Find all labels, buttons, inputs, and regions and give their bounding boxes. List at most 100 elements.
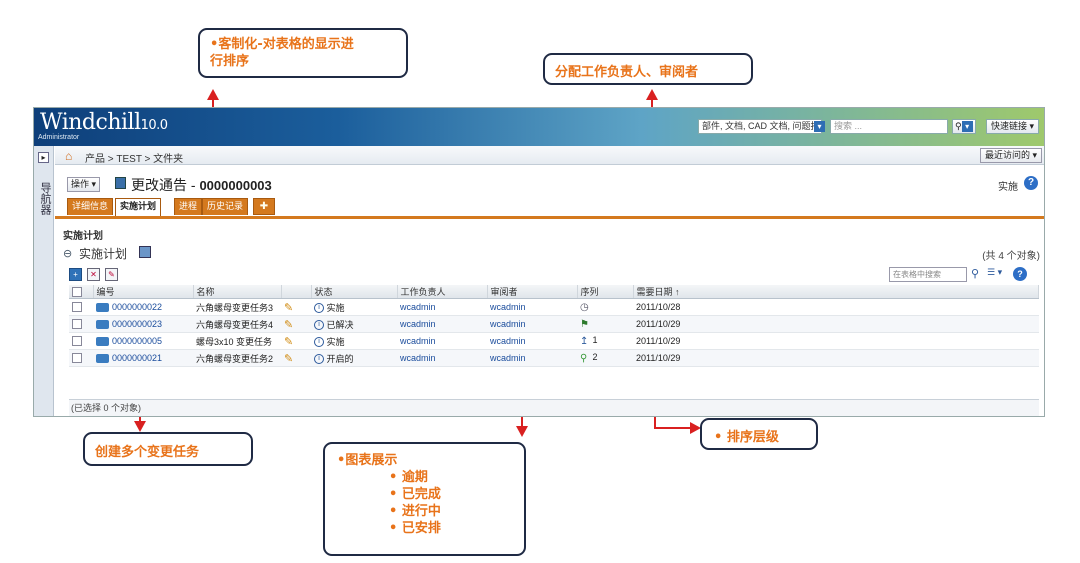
search-icon[interactable]: ⚲ [971, 267, 979, 280]
chevron-down-icon[interactable]: ▾ [814, 121, 825, 132]
callout-chart-item: 已安排 [401, 521, 441, 536]
info-icon[interactable]: i [314, 337, 324, 348]
column-header-name[interactable]: 名称 [193, 285, 282, 299]
tab-implementation-plan[interactable]: 实施计划 [115, 198, 162, 216]
table-menu-icon[interactable]: ☰ ▾ [987, 267, 1002, 278]
callout-create-text: 创建多个变更任务 [95, 445, 200, 460]
search-placeholder: 搜索 ... [834, 121, 863, 131]
row-checkbox[interactable] [72, 353, 82, 364]
row-checkbox[interactable] [72, 336, 82, 347]
need-date: 2011/10/29 [633, 315, 1039, 333]
tab-history[interactable]: 历史记录 [202, 198, 249, 215]
owner-link[interactable]: wcadmin [400, 353, 436, 363]
edit-icon[interactable]: ✎ [284, 336, 293, 348]
quick-links-button[interactable]: 快速链接 ▾ [986, 119, 1040, 134]
reviewer-link[interactable]: wcadmin [490, 336, 526, 346]
need-date-label: 需要日期 [636, 287, 673, 297]
need-date: 2011/10/28 [633, 298, 1039, 316]
navigator-label[interactable]: 导航器 [37, 182, 51, 215]
column-header-need-date[interactable]: 需要日期 ↑ [633, 285, 1039, 299]
task-status: 实施 [326, 336, 345, 347]
logo-text: Windchill [40, 110, 141, 135]
actions-button[interactable]: 操作 ▾ [67, 177, 101, 192]
actions-label: 操作 [71, 179, 90, 189]
search-scope-select[interactable]: 部件, 文档, CAD 文档, 问题报 [698, 119, 822, 134]
edit-icon[interactable]: ✎ [284, 302, 293, 314]
info-icon[interactable]: i [314, 320, 324, 331]
row-checkbox[interactable] [72, 319, 82, 330]
reviewer-link[interactable]: wcadmin [490, 353, 526, 363]
callout-order-text: 排序层级 [726, 430, 779, 445]
table-search-input[interactable]: 在表格中搜索 [889, 267, 967, 282]
folder-icon [96, 303, 109, 313]
column-header-number[interactable]: 编号 [93, 285, 194, 299]
search-input[interactable]: 搜索 ... [830, 119, 948, 134]
expand-navigator-icon[interactable]: ▸ [38, 152, 49, 163]
callout-customize-line1: 客制化-对表格的显示进 [218, 37, 354, 52]
sequence-value: 2 [592, 352, 598, 363]
edit-icon[interactable]: ✎ [284, 353, 293, 365]
need-date: 2011/10/29 [633, 332, 1039, 350]
row-checkbox[interactable] [72, 302, 82, 313]
object-count: (共 4 个对象) [982, 251, 1040, 262]
task-number-link[interactable]: 0000000005 [112, 336, 162, 346]
tab-underline [55, 216, 1044, 219]
chevron-down-icon: ▾ [961, 121, 973, 133]
callout-assign: 分配工作负责人、审阅者 [543, 53, 753, 85]
tab-details[interactable]: 详细信息 [67, 198, 114, 215]
column-header-reviewer[interactable]: 审阅者 [487, 285, 578, 299]
search-button[interactable]: ⚲ ▾ [952, 119, 976, 134]
edit-icon[interactable]: ✎ [284, 319, 293, 331]
collapse-icon[interactable]: ⊖ [63, 247, 72, 260]
recent-button[interactable]: 最近访问的 ▾ [979, 148, 1042, 163]
current-user: Administrator [38, 134, 80, 141]
callout-assign-text: 分配工作负责人、审阅者 [555, 65, 699, 80]
section-title: 实施计划 [63, 231, 103, 242]
callout-create: 创建多个变更任务 [83, 432, 253, 466]
help-icon[interactable]: ? [1024, 176, 1038, 190]
new-task-icon[interactable]: + [69, 268, 82, 281]
task-name: 六角螺母变更任务3 [193, 298, 281, 316]
owner-link[interactable]: wcadmin [400, 302, 436, 312]
owner-link[interactable]: wcadmin [400, 336, 436, 346]
column-header-sequence[interactable]: 序列 [577, 285, 634, 299]
select-all-header[interactable] [69, 285, 94, 299]
column-header-owner[interactable]: 工作负责人 [397, 285, 488, 299]
tab-process[interactable]: 进程 [174, 198, 203, 215]
clock-icon: ◷ [580, 301, 589, 313]
help-icon[interactable]: ? [1013, 267, 1027, 281]
state-label: 实施 [998, 182, 1018, 193]
completed-icon: ⚑ [580, 318, 589, 330]
callout-chart-item: 已完成 [401, 487, 441, 502]
owner-link[interactable]: wcadmin [400, 319, 436, 329]
reviewer-link[interactable]: wcadmin [490, 319, 526, 329]
scheduled-icon: ⚲ [580, 352, 588, 364]
task-number-link[interactable]: 0000000022 [112, 302, 162, 312]
remove-icon[interactable]: ✕ [87, 268, 100, 281]
info-icon[interactable]: i [314, 303, 324, 314]
add-tab-icon[interactable]: ✚ [253, 198, 275, 215]
task-number-link[interactable]: 0000000023 [112, 319, 162, 329]
callout-chart-item: 进行中 [401, 504, 441, 519]
folder-icon [96, 320, 109, 330]
main-content: 操作 ▾ 更改通告 - 0000000003 实施 ? 详细信息 实施计划 进程… [55, 165, 1044, 416]
info-icon[interactable]: i [314, 354, 324, 365]
task-number-link[interactable]: 0000000021 [112, 353, 162, 363]
page-title-text: 更改通告 - [131, 177, 200, 193]
callout-chart: •图表展示 • 逾期 • 已完成 • 进行中 • 已安排 [323, 442, 526, 556]
column-header-status[interactable]: 状态 [311, 285, 398, 299]
selection-status: (已选择 0 个对象) [69, 399, 1039, 416]
reviewer-link[interactable]: wcadmin [490, 302, 526, 312]
callout-customize: •客制化-对表格的显示进 行排序 [198, 28, 408, 78]
edit-table-icon[interactable]: ✎ [105, 268, 118, 281]
task-name: 六角螺母变更任务2 [193, 349, 281, 367]
table-row: 0000000005 螺母3x10 变更任务 ✎ i 实施 wcadmin wc… [69, 332, 1039, 350]
callout-order: • 排序层级 [700, 418, 818, 450]
folder-icon [96, 337, 109, 347]
checkbox[interactable] [72, 286, 82, 297]
home-icon[interactable]: ⌂ [65, 149, 72, 163]
selection-count: (已选择 0 个对象) [71, 403, 142, 413]
table-title: 实施计划 [79, 247, 128, 261]
breadcrumb-path[interactable]: 产品 > TEST > 文件夹 [85, 150, 183, 165]
table-view-icon[interactable] [139, 246, 151, 258]
